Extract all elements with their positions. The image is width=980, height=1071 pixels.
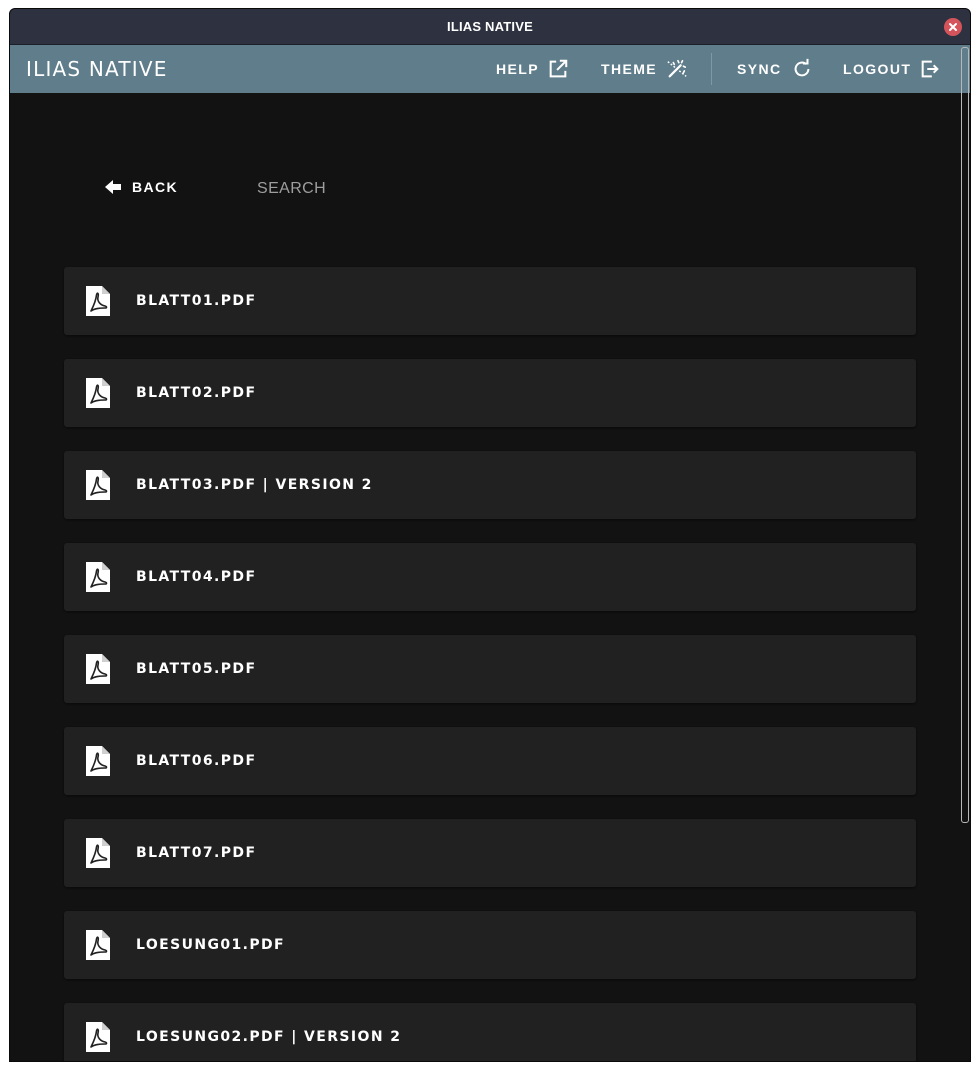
file-list-item[interactable]: LOESUNG01.PDF (64, 911, 916, 979)
back-button[interactable]: BACK (104, 179, 178, 195)
close-window-button[interactable] (944, 18, 962, 36)
file-list-item[interactable]: BLATT07.PDF (64, 819, 916, 887)
help-button[interactable]: HELP (496, 45, 569, 93)
file-label: BLATT03.PDF | VERSION 2 (136, 477, 373, 493)
theme-label: THEME (601, 61, 657, 77)
pdf-icon (86, 378, 110, 408)
magic-wand-icon (667, 59, 687, 78)
sync-button[interactable]: SYNC (737, 45, 814, 93)
main-content: BACK SEARCH BLATT01.PDF BLATT02.PDF BLATT0… (10, 93, 970, 1061)
app-window: ILIAS NATIVE ILIAS NATIVE HELP THEME SYN… (9, 8, 971, 1062)
file-label: BLATT01.PDF (136, 293, 257, 309)
search-button[interactable]: SEARCH (257, 180, 326, 198)
window-titlebar[interactable]: ILIAS NATIVE (10, 9, 970, 45)
pdf-icon (86, 930, 110, 960)
logout-icon (921, 60, 940, 78)
file-list-item[interactable]: BLATT04.PDF (64, 543, 916, 611)
logout-label: LOGOUT (843, 61, 912, 77)
file-label: BLATT06.PDF (136, 753, 257, 769)
arrow-left-icon (105, 180, 121, 194)
file-label: BLATT02.PDF (136, 385, 257, 401)
theme-button[interactable]: THEME (601, 45, 689, 93)
file-label: BLATT07.PDF (136, 845, 257, 861)
scrollbar[interactable] (961, 47, 969, 823)
app-brand: ILIAS NATIVE (26, 57, 168, 81)
logout-button[interactable]: LOGOUT (843, 45, 941, 93)
file-list-item[interactable]: LOESUNG02.PDF | VERSION 2 (64, 1003, 916, 1061)
file-label: BLATT05.PDF (136, 661, 257, 677)
pdf-icon (86, 470, 110, 500)
pdf-icon (86, 1022, 110, 1052)
file-list-item[interactable]: BLATT06.PDF (64, 727, 916, 795)
open-in-new-icon (549, 59, 568, 78)
file-list-item[interactable]: BLATT01.PDF (64, 267, 916, 335)
file-label: LOESUNG02.PDF | VERSION 2 (136, 1029, 402, 1045)
pdf-icon (86, 746, 110, 776)
file-label: BLATT04.PDF (136, 569, 257, 585)
pdf-icon (86, 286, 110, 316)
pdf-icon (86, 654, 110, 684)
nav-divider (711, 53, 712, 85)
pdf-icon (86, 562, 110, 592)
pdf-icon (86, 838, 110, 868)
sync-icon (794, 58, 809, 77)
close-icon (949, 23, 957, 31)
file-list-item[interactable]: BLATT03.PDF | VERSION 2 (64, 451, 916, 519)
file-label: LOESUNG01.PDF (136, 937, 285, 953)
help-label: HELP (496, 61, 539, 77)
file-list-item[interactable]: BLATT02.PDF (64, 359, 916, 427)
window-title: ILIAS NATIVE (447, 19, 533, 34)
app-bar: ILIAS NATIVE HELP THEME SYNC LOGOUT (10, 45, 970, 93)
back-label: BACK (132, 179, 179, 195)
file-list-item[interactable]: BLATT05.PDF (64, 635, 916, 703)
sync-label: SYNC (737, 61, 782, 77)
